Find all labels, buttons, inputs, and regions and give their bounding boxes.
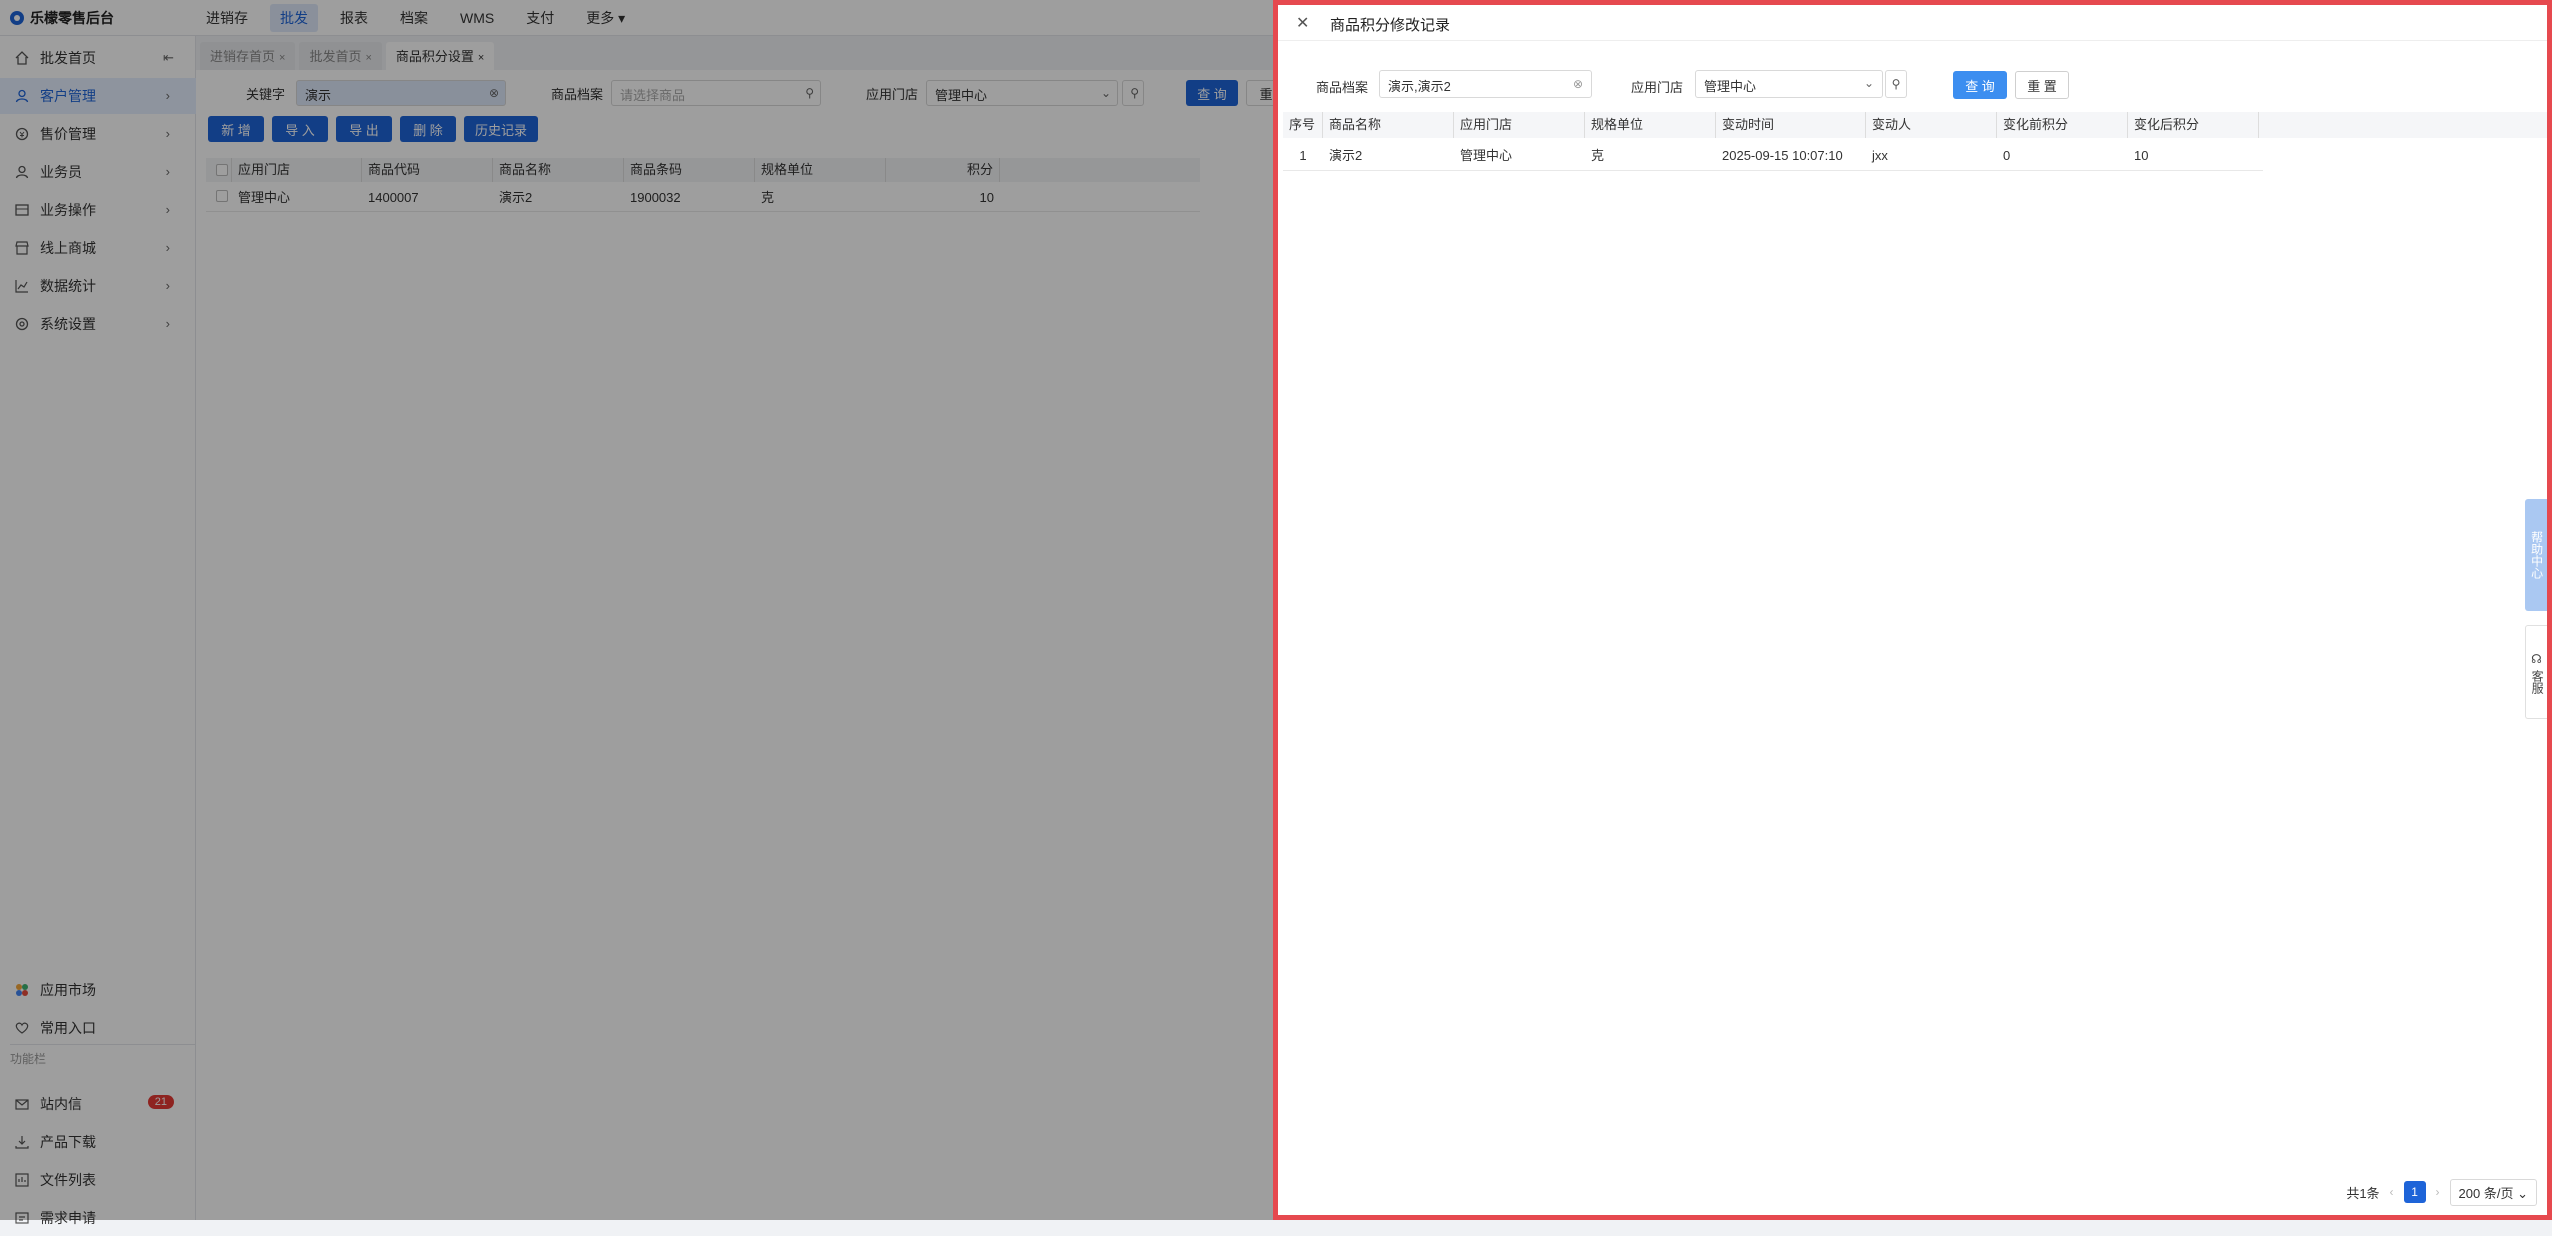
clear-icon[interactable]: ⊗ <box>1573 77 1583 91</box>
points-history-drawer: ✕ 商品积分修改记录 商品档案 演示,演示2 ⊗ 应用门店 管理中心 ⌄ ⚲ 查… <box>1273 0 2552 1220</box>
modal-overlay[interactable] <box>0 0 1276 1220</box>
col-after[interactable]: 变化后积分 <box>2128 112 2259 138</box>
help-center-tab[interactable]: 帮助中心 <box>2525 499 2547 611</box>
col-before[interactable]: 变化前积分 <box>1997 112 2128 138</box>
cell-index: 1 <box>1299 148 1307 163</box>
chevron-down-icon: ⌄ <box>2517 1185 2528 1201</box>
cell-store: 管理中心 <box>1460 148 1513 163</box>
drawer-query-button[interactable]: 查 询 <box>1953 71 2007 99</box>
next-page-icon[interactable]: › <box>2436 1185 2440 1199</box>
cell-name: 演示2 <box>1329 148 1363 163</box>
drawer-store-value: 管理中心 <box>1704 79 1757 94</box>
drawer-store-search-button[interactable]: ⚲ <box>1885 70 1907 98</box>
pagination: 共1条 ‹ 1 › 200 条/页 ⌄ <box>2346 1178 2537 1206</box>
floating-side-tabs: 帮助中心 ☊ 客服 <box>2525 499 2547 719</box>
page-size-select[interactable]: 200 条/页 ⌄ <box>2449 1178 2537 1206</box>
headset-icon: ☊ <box>2531 652 2542 667</box>
pagination-total: 共1条 <box>2346 1185 2380 1201</box>
col-name[interactable]: 商品名称 <box>1323 112 1454 138</box>
customer-service-tab[interactable]: ☊ 客服 <box>2525 625 2547 719</box>
col-index[interactable]: 序号 <box>1283 112 1323 138</box>
cell-after: 10 <box>2134 148 2149 163</box>
page-size-value: 200 条/页 <box>2458 1185 2514 1201</box>
cell-before: 0 <box>2003 148 2011 163</box>
customer-service-label: 客服 <box>2530 669 2545 694</box>
page-number[interactable]: 1 <box>2403 1181 2426 1203</box>
col-store[interactable]: 应用门店 <box>1454 112 1585 138</box>
history-table-header: 序号 商品名称 应用门店 规格单位 变动时间 变动人 变化前积分 变化后积分 <box>1283 112 2547 138</box>
prev-page-icon[interactable]: ‹ <box>2390 1185 2394 1199</box>
table-row[interactable]: 1 演示2 管理中心 克 2025-09-15 10:07:10 jxx 0 1… <box>1283 141 2263 171</box>
col-unit[interactable]: 规格单位 <box>1585 112 1716 138</box>
drawer-store-label: 应用门店 <box>1631 80 1684 95</box>
help-center-label: 帮助中心 <box>2529 531 2544 579</box>
chevron-down-icon: ⌄ <box>1863 76 1874 90</box>
drawer-product-input[interactable]: 演示,演示2 ⊗ <box>1379 70 1592 98</box>
col-time[interactable]: 变动时间 <box>1716 112 1866 138</box>
close-icon[interactable]: ✕ <box>1296 13 1309 33</box>
search-icon: ⚲ <box>1891 77 1901 91</box>
drawer-product-value: 演示,演示2 <box>1388 79 1451 94</box>
cell-unit: 克 <box>1591 148 1605 163</box>
drawer-reset-button[interactable]: 重 置 <box>2015 71 2069 99</box>
cell-operator: jxx <box>1872 148 1888 163</box>
drawer-store-select[interactable]: 管理中心 ⌄ <box>1695 70 1883 98</box>
col-operator[interactable]: 变动人 <box>1866 112 1997 138</box>
drawer-header: ✕ 商品积分修改记录 <box>1278 5 2547 41</box>
drawer-title: 商品积分修改记录 <box>1330 17 1451 34</box>
cell-time: 2025-09-15 10:07:10 <box>1722 148 1843 163</box>
drawer-product-label: 商品档案 <box>1316 80 1369 95</box>
